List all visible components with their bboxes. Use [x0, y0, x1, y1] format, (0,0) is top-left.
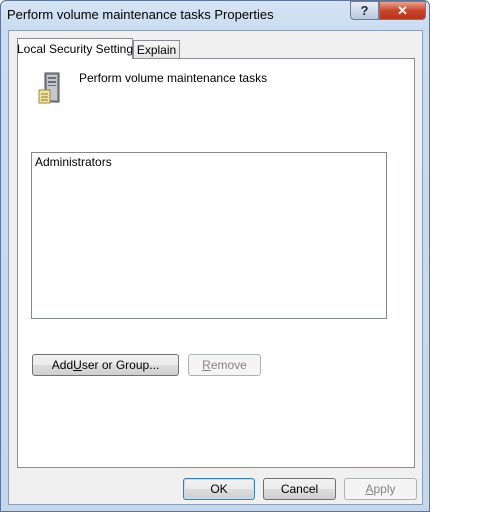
accelerator-key: R	[202, 358, 211, 372]
accelerator-key: A	[365, 482, 374, 496]
tab-label: Explain	[136, 43, 177, 57]
button-label-part: emove	[210, 358, 247, 372]
remove-button[interactable]: Remove	[188, 354, 261, 376]
tab-explain[interactable]: Explain	[133, 40, 180, 59]
add-user-or-group-button[interactable]: Add User or Group...	[32, 354, 179, 376]
button-label: Cancel	[280, 482, 319, 496]
policy-name: Perform volume maintenance tasks	[79, 71, 268, 85]
list-item[interactable]: Administrators	[35, 155, 112, 169]
apply-button[interactable]: Apply	[344, 478, 417, 500]
members-listbox[interactable]: Administrators	[31, 152, 387, 319]
tab-local-security-setting[interactable]: Local Security Setting	[17, 38, 133, 59]
server-tower-icon	[38, 72, 60, 104]
dialog-client-area: Local Security Setting Explain Perform v…	[8, 30, 423, 505]
button-label-part: ser or Group...	[81, 358, 160, 372]
ok-button[interactable]: OK	[183, 478, 255, 500]
tab-label: Local Security Setting	[16, 42, 134, 56]
button-label-part: pply	[373, 482, 396, 496]
cancel-button[interactable]: Cancel	[263, 478, 336, 500]
close-icon: ✕	[397, 2, 408, 18]
properties-dialog: Perform volume maintenance tasks Propert…	[0, 0, 430, 512]
close-button[interactable]: ✕	[379, 1, 426, 20]
accelerator-key: U	[73, 358, 82, 372]
tab-panel: Perform volume maintenance tasks Adminis…	[17, 58, 415, 468]
button-label: OK	[210, 482, 228, 496]
button-label-part: Add	[51, 358, 74, 372]
question-mark-icon: ?	[360, 3, 369, 18]
window-title: Perform volume maintenance tasks Propert…	[7, 7, 274, 22]
help-button[interactable]: ?	[350, 1, 379, 20]
